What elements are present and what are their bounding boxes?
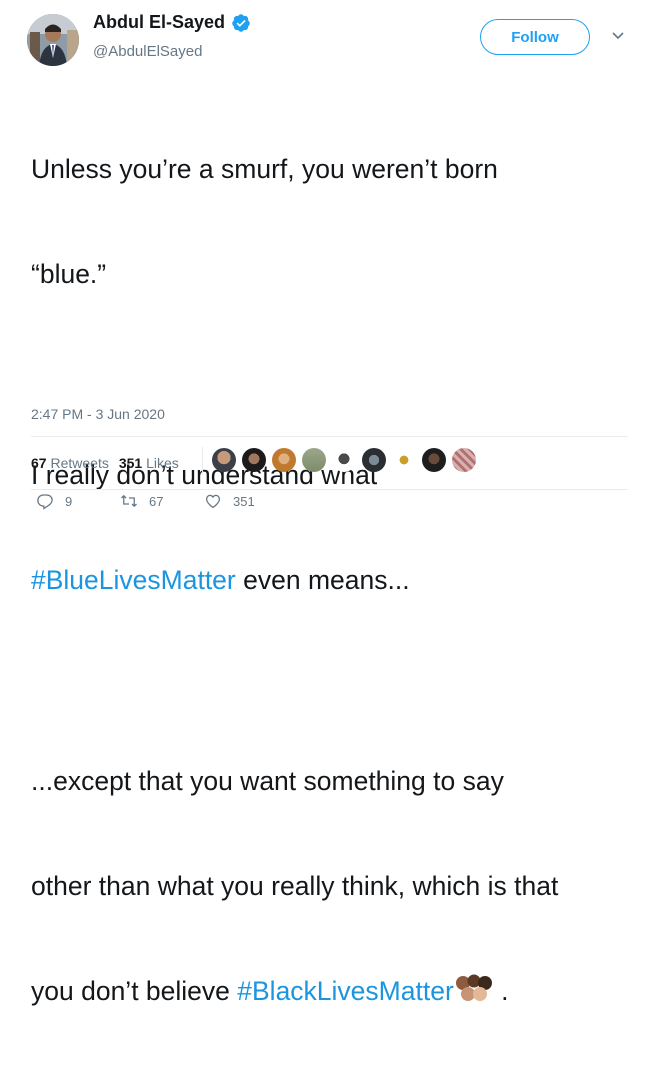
divider	[31, 436, 628, 437]
tweet-line: Unless you’re a smurf, you weren’t born	[31, 154, 498, 184]
engagement-stats: 67 Retweets 351 Likes	[31, 455, 179, 471]
liker-avatar[interactable]	[302, 448, 326, 472]
tweet-card: Abdul El-Sayed @AbdulElSayed Follow Unle…	[0, 0, 650, 1006]
follow-button[interactable]: Follow	[480, 19, 590, 55]
user-handle[interactable]: @AbdulElSayed	[93, 43, 202, 60]
raised-fists-emoji-icon	[455, 974, 492, 1001]
reply-action[interactable]: 9	[35, 492, 72, 510]
tweet-line-prefix: you don’t believe	[31, 976, 238, 1006]
hashtag-link[interactable]: #BlackLivesMatter	[237, 976, 454, 1006]
stat-separator	[202, 447, 203, 475]
retweet-icon	[121, 494, 137, 508]
liker-avatar[interactable]	[452, 448, 476, 472]
tweet-line: other than what you really think, which …	[31, 871, 559, 901]
tweet-line: you don’t believe #BlackLivesMatter .	[31, 974, 631, 1009]
tweet-text: Unless you’re a smurf, you weren’t born …	[31, 82, 631, 1079]
liker-avatars	[212, 448, 476, 472]
heart-icon	[205, 494, 221, 509]
reply-count: 9	[65, 493, 73, 509]
retweets-label: Retweets	[50, 455, 109, 471]
retweets-count: 67	[31, 455, 47, 471]
retweet-count: 67	[149, 493, 164, 509]
verified-badge-icon	[232, 13, 250, 32]
tweet-line-suffix: .	[493, 976, 509, 1006]
divider	[31, 489, 628, 490]
tweet-line: “blue.”	[31, 259, 107, 289]
liker-avatar[interactable]	[212, 448, 236, 472]
liker-avatar[interactable]	[242, 448, 266, 472]
liker-avatar[interactable]	[332, 448, 356, 472]
profile-photo-icon	[27, 14, 79, 66]
tweet-line-rest: even means...	[235, 565, 410, 595]
likes-stat[interactable]: 351 Likes	[119, 455, 179, 471]
hashtag-link[interactable]: #BlueLivesMatter	[31, 565, 236, 595]
tweet-line: ...except that you want something to say	[31, 766, 504, 796]
like-action[interactable]: 351	[203, 492, 255, 510]
chevron-down-icon[interactable]	[611, 31, 625, 41]
liker-avatar[interactable]	[392, 448, 416, 472]
reply-icon	[37, 494, 53, 510]
liker-avatar[interactable]	[422, 448, 446, 472]
user-name-row[interactable]: Abdul El-Sayed	[93, 12, 251, 33]
retweets-stat[interactable]: 67 Retweets	[31, 455, 109, 471]
like-count: 351	[233, 493, 255, 509]
likes-count: 351	[118, 455, 143, 471]
liker-avatar[interactable]	[272, 448, 296, 472]
avatar[interactable]	[27, 14, 79, 66]
likes-label: Likes	[146, 455, 179, 471]
retweet-action[interactable]: 67	[119, 492, 163, 510]
liker-avatar[interactable]	[362, 448, 386, 472]
tweet-timestamp[interactable]: 2:47 PM - 3 Jun 2020	[31, 406, 165, 422]
display-name[interactable]: Abdul El-Sayed	[93, 12, 225, 33]
tweet-line: #BlueLivesMatter even means...	[31, 563, 631, 598]
